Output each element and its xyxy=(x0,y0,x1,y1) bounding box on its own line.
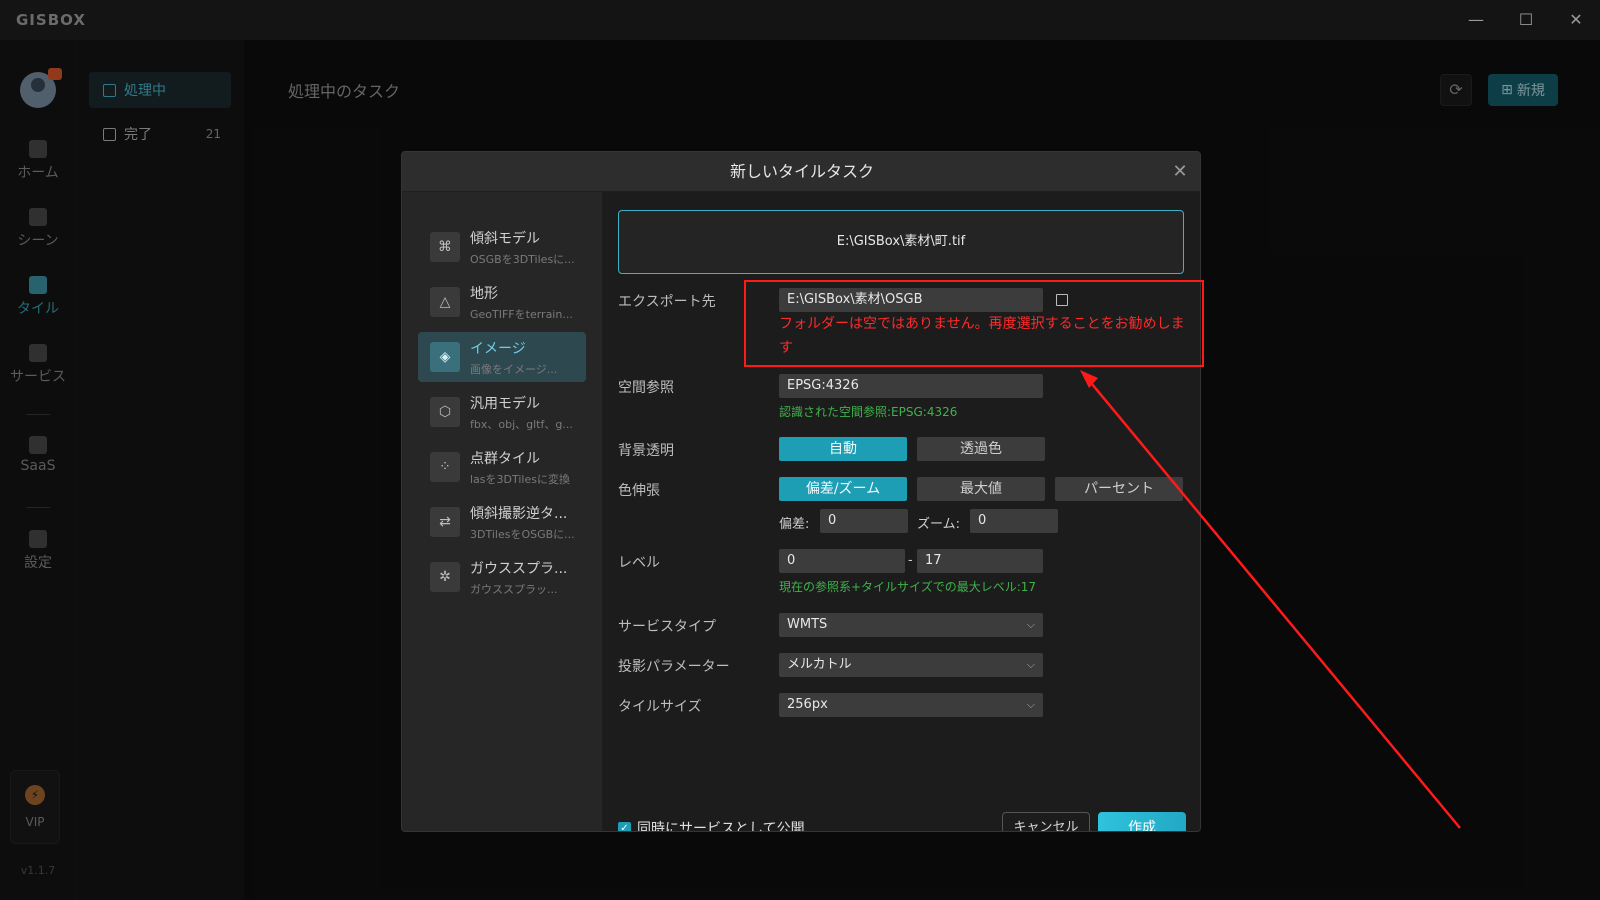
file-drop-zone[interactable]: E:\GISBox\素材\町.tif xyxy=(618,210,1184,274)
select-value: メルカトル xyxy=(787,657,852,672)
level-hint: 現在の参照系+タイルサイズでの最大レベル:17 xyxy=(779,580,1037,594)
new-tile-task-dialog: 新しいタイルタスク ✕ ⌘ 傾斜モデル OSGBを3DTilesに... △ 地形… xyxy=(401,151,1201,832)
type-item-reverse[interactable]: ⇄ 傾斜撮影逆タ... 3DTilesをOSGBに... xyxy=(418,497,586,547)
app-logo: GISBOX xyxy=(16,11,86,29)
level-separator: - xyxy=(908,553,913,568)
service-type-select[interactable]: WMTS ⌵ xyxy=(779,613,1043,637)
select-value: WMTS xyxy=(787,617,828,632)
zoom-label: ズーム: xyxy=(917,517,960,532)
title-bar: GISBOX — ☐ ✕ xyxy=(0,0,1600,40)
type-desc: 3DTilesをOSGBに... xyxy=(470,527,575,541)
stretch-max-button[interactable]: 最大値 xyxy=(917,477,1045,501)
srs-input[interactable]: EPSG:4326 xyxy=(779,374,1043,398)
level-label: レベル xyxy=(618,555,660,571)
bg-auto-button[interactable]: 自動 xyxy=(779,437,907,461)
projection-label: 投影パラメーター xyxy=(618,659,730,675)
chevron-down-icon: ⌵ xyxy=(1026,618,1035,631)
points-icon: ⁘ xyxy=(430,452,460,482)
network-icon: ✲ xyxy=(430,562,460,592)
type-item-image[interactable]: ◈ イメージ画像をイメージ... xyxy=(418,332,586,382)
type-name: 汎用モデル xyxy=(470,395,540,412)
srs-hint: 認識された空間参照:EPSG:4326 xyxy=(779,405,958,419)
stretch-percent-button[interactable]: パーセント xyxy=(1055,477,1183,501)
service-type-label: サービスタイプ xyxy=(618,619,716,635)
minimize-icon[interactable]: — xyxy=(1464,8,1488,32)
type-item-pointcloud[interactable]: ⁘ 点群タイル lasを3DTilesに変換 xyxy=(418,442,586,492)
command-icon: ⌘ xyxy=(430,232,460,262)
image-icon: ◈ xyxy=(430,342,460,372)
bg-label: 背景透明 xyxy=(618,443,674,459)
close-icon[interactable]: ✕ xyxy=(1170,152,1190,192)
export-label: エクスポート先 xyxy=(618,294,716,310)
type-desc: fbx、obj、gltf、g... xyxy=(470,417,573,431)
tile-size-label: タイルサイズ xyxy=(618,699,702,715)
tile-size-select[interactable]: 256px ⌵ xyxy=(779,693,1043,717)
type-desc: 画像をイメージ... xyxy=(470,362,558,376)
type-desc: GeoTIFFをterrain... xyxy=(470,307,573,321)
maximize-icon[interactable]: ☐ xyxy=(1514,8,1538,32)
publish-label: 同時にサービスとして公開 xyxy=(637,821,805,832)
select-value: 256px xyxy=(787,697,828,712)
bg-transparent-button[interactable]: 透過色 xyxy=(917,437,1045,461)
level-max-input[interactable]: 17 xyxy=(917,549,1043,573)
level-min-input[interactable]: 0 xyxy=(779,549,905,573)
stretch-label: 色伸張 xyxy=(618,483,660,499)
create-button[interactable]: 作成 xyxy=(1098,812,1186,831)
type-name: 傾斜撮影逆タ... xyxy=(470,505,568,522)
type-item-model[interactable]: ⬡ 汎用モデル fbx、obj、gltf、g... xyxy=(418,387,586,437)
dialog-title: 新しいタイルタスク xyxy=(729,162,874,181)
annotation-highlight-box xyxy=(744,280,1204,367)
dialog-header: 新しいタイルタスク ✕ xyxy=(402,152,1200,192)
type-name: 傾斜モデル xyxy=(470,230,540,247)
convert-icon: ⇄ xyxy=(430,507,460,537)
cancel-button[interactable]: キャンセル xyxy=(1002,812,1090,831)
cube-icon: ⬡ xyxy=(430,397,460,427)
type-desc: lasを3DTilesに変換 xyxy=(470,472,570,486)
checkbox-checked-icon[interactable]: ✓ xyxy=(618,821,631,831)
type-desc: OSGBを3DTilesに... xyxy=(470,252,575,266)
terrain-icon: △ xyxy=(430,287,460,317)
srs-label: 空間参照 xyxy=(618,380,674,396)
type-item-oblique[interactable]: ⌘ 傾斜モデル OSGBを3DTilesに... xyxy=(418,222,586,272)
type-name: 地形 xyxy=(470,285,498,302)
chevron-down-icon: ⌵ xyxy=(1026,698,1035,711)
stretch-deviation-button[interactable]: 偏差/ズーム xyxy=(779,477,907,501)
zoom-input[interactable]: 0 xyxy=(970,509,1058,533)
deviation-label: 偏差: xyxy=(779,517,810,532)
chevron-down-icon: ⌵ xyxy=(1026,658,1035,671)
publish-checkbox[interactable]: ✓ 同時にサービスとして公開 xyxy=(618,818,805,832)
type-item-terrain[interactable]: △ 地形 GeoTIFFをterrain... xyxy=(418,277,586,327)
projection-select[interactable]: メルカトル ⌵ xyxy=(779,653,1043,677)
type-name: イメージ xyxy=(470,340,526,357)
deviation-input[interactable]: 0 xyxy=(820,509,908,533)
task-type-list: ⌘ 傾斜モデル OSGBを3DTilesに... △ 地形 GeoTIFFをterr… xyxy=(402,192,602,831)
close-window-icon[interactable]: ✕ xyxy=(1564,8,1588,32)
type-name: 点群タイル xyxy=(470,450,540,467)
type-desc: ガウススプラッ... xyxy=(470,582,558,596)
type-name: ガウススプラ... xyxy=(470,560,568,577)
type-item-gaussian[interactable]: ✲ ガウススプラ... ガウススプラッ... xyxy=(418,552,586,602)
